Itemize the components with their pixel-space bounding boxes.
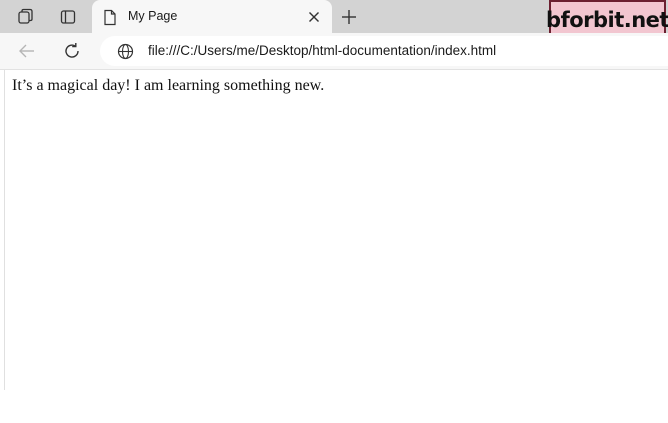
page-content: It’s a magical day! I am learning someth…: [4, 70, 668, 390]
active-tab[interactable]: My Page: [92, 0, 332, 33]
watermark-text: bforbit.net: [546, 8, 668, 32]
browser-toolbar: file:///C:/Users/me/Desktop/html-documen…: [0, 33, 668, 70]
address-bar[interactable]: file:///C:/Users/me/Desktop/html-documen…: [100, 36, 668, 66]
globe-icon[interactable]: [116, 42, 134, 60]
workspaces-icon[interactable]: [14, 6, 38, 28]
back-arrow-icon[interactable]: [16, 41, 38, 61]
tab-title: My Page: [128, 9, 178, 23]
page-icon: [102, 8, 118, 26]
address-url[interactable]: file:///C:/Users/me/Desktop/html-documen…: [148, 43, 496, 58]
page-paragraph: It’s a magical day! I am learning someth…: [12, 77, 325, 94]
refresh-icon[interactable]: [61, 41, 83, 61]
close-icon[interactable]: [306, 9, 322, 25]
tab-actions-icon[interactable]: [56, 6, 80, 28]
plus-icon[interactable]: [338, 6, 360, 28]
